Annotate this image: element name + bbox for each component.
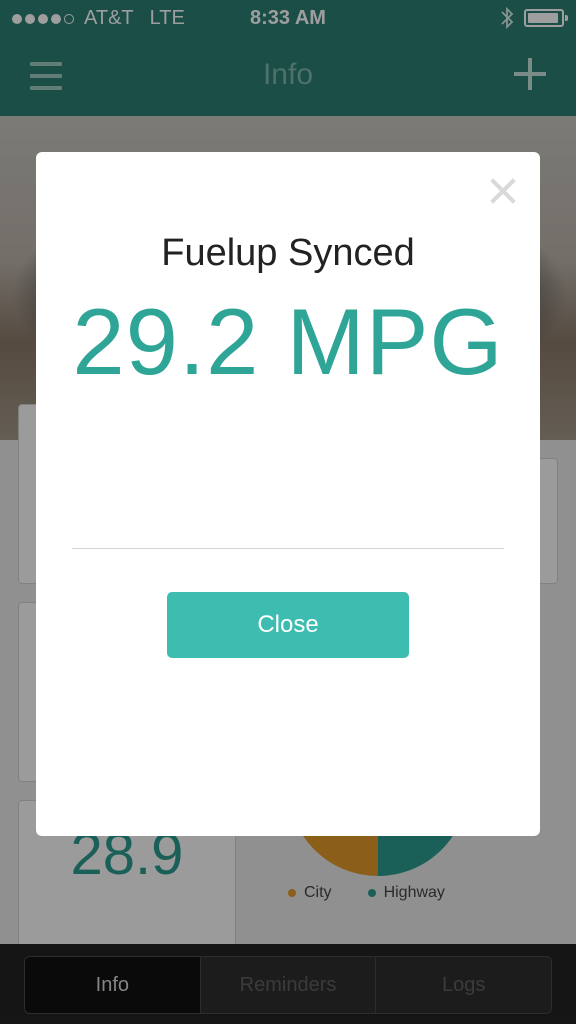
fuelup-synced-dialog: Fuelup Synced 29.2 MPG Close [36, 152, 540, 836]
close-button[interactable]: Close [167, 592, 409, 658]
divider [72, 548, 504, 549]
close-icon[interactable] [490, 178, 516, 204]
mpg-value: 29.2 MPG [72, 289, 504, 394]
dialog-title: Fuelup Synced [161, 232, 415, 274]
